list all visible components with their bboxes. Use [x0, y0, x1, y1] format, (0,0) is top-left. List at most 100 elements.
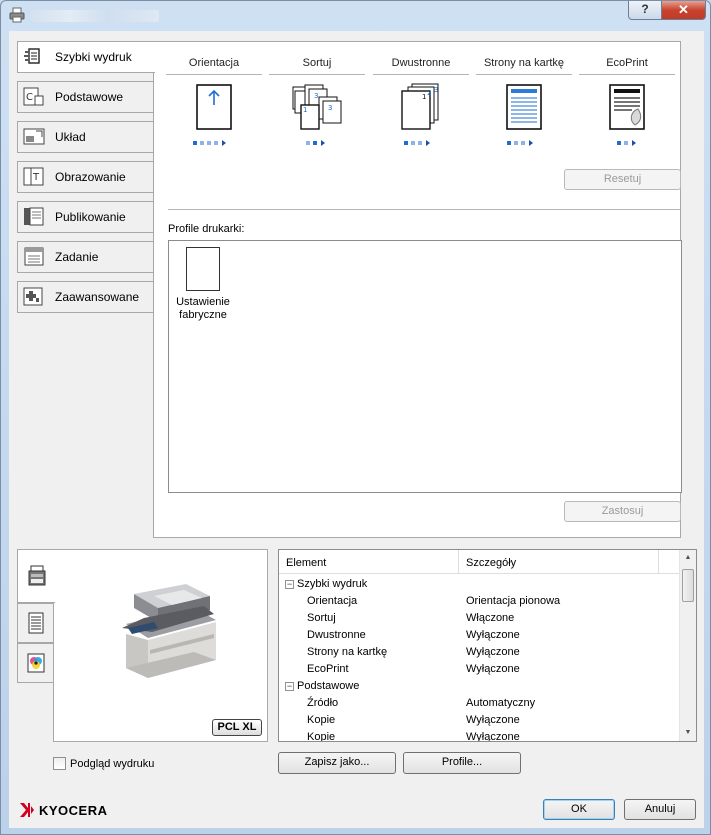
- summary-item-row[interactable]: EcoPrint Wyłączone: [279, 661, 679, 678]
- ecoprint-icon: [609, 84, 645, 130]
- quick-print-icon: [23, 47, 45, 67]
- row-details: Wyłączone: [466, 663, 520, 675]
- checkbox-label: Podgląd wydruku: [70, 757, 155, 770]
- print-preferences-window: ? ✕ Szybki wydruk C Podstawowe Układ T O…: [0, 0, 711, 835]
- tab-label: Szybki wydruk: [55, 50, 132, 64]
- color-icon: [27, 653, 44, 673]
- profile-label-line: fabryczne: [179, 309, 227, 321]
- printer-profiles-list[interactable]: Ustawienie fabryczne: [168, 240, 682, 493]
- printer-icon: [28, 565, 45, 586]
- ok-button[interactable]: OK: [543, 799, 615, 820]
- tab-zadanie[interactable]: Zadanie: [17, 241, 153, 273]
- printer-device-image: [122, 584, 216, 678]
- checkbox-box[interactable]: [53, 757, 66, 770]
- row-element: Sortuj: [307, 612, 336, 624]
- title-bar: ? ✕: [1, 1, 710, 31]
- option-value-indicator[interactable]: [292, 139, 342, 147]
- job-icon: [23, 247, 45, 267]
- tab-obrazowanie[interactable]: T Obrazowanie: [17, 161, 153, 193]
- svg-text:3: 3: [328, 104, 332, 112]
- close-button[interactable]: ✕: [661, 1, 706, 20]
- profiles-label: Profile drukarki:: [168, 223, 245, 235]
- row-details: Wyłączone: [466, 646, 520, 658]
- ecoprint-option[interactable]: EcoPrint: [577, 57, 677, 147]
- kyocera-logo: KYOCERA: [19, 802, 108, 818]
- summary-group-row[interactable]: − Szybki wydruk: [279, 576, 679, 593]
- summary-group-row[interactable]: − Podstawowe: [279, 678, 679, 695]
- scroll-down-arrow[interactable]: ▼: [680, 725, 696, 741]
- collate-icon: 3 3 1: [292, 84, 342, 130]
- row-element: Szybki wydruk: [297, 578, 368, 590]
- printer-icon: [9, 7, 25, 23]
- scroll-up-arrow[interactable]: ▲: [680, 550, 696, 566]
- tab-publikowanie[interactable]: Publikowanie: [17, 201, 153, 233]
- cancel-button[interactable]: Anuluj: [624, 799, 696, 820]
- summary-item-row[interactable]: Kopie Wyłączone: [279, 712, 679, 729]
- print-preview-checkbox[interactable]: Podgląd wydruku: [53, 757, 154, 770]
- save-as-button[interactable]: Zapisz jako...: [278, 752, 396, 774]
- orientation-option[interactable]: Orientacja: [164, 57, 264, 147]
- tab-label: Zaawansowane: [55, 290, 140, 304]
- svg-text:C: C: [26, 92, 33, 103]
- tab-color-preview[interactable]: [17, 643, 53, 683]
- page-icon: [186, 247, 220, 291]
- tab-label: Publikowanie: [55, 210, 126, 224]
- tab-uklad[interactable]: Układ: [17, 121, 153, 153]
- tab-printer-preview[interactable]: [17, 549, 55, 603]
- summary-item-row[interactable]: Sortuj Włączone: [279, 610, 679, 627]
- reset-button[interactable]: Resetuj: [564, 169, 681, 190]
- scroll-thumb[interactable]: [682, 569, 694, 602]
- row-element: Kopie: [307, 714, 336, 726]
- duplex-option[interactable]: Dwustronne 3 2 1: [371, 57, 471, 147]
- row-details: Włączone: [466, 612, 515, 624]
- option-label: Sortuj: [302, 57, 332, 69]
- divider: [168, 209, 680, 210]
- profile-button[interactable]: Profile...: [403, 752, 521, 774]
- orientation-icon: [196, 84, 232, 130]
- svg-text:3: 3: [314, 92, 318, 100]
- tab-szybki-wydruk[interactable]: Szybki wydruk: [17, 41, 155, 73]
- vertical-scrollbar[interactable]: ▲ ▼: [679, 550, 696, 741]
- tab-label: Zadanie: [55, 250, 99, 264]
- row-details: Wyłączone: [466, 714, 520, 726]
- option-value-indicator[interactable]: [396, 139, 446, 147]
- option-value-indicator[interactable]: [602, 139, 652, 147]
- option-value-indicator[interactable]: [189, 139, 239, 147]
- apply-button[interactable]: Zastosuj: [564, 501, 681, 522]
- column-header-details[interactable]: Szczegóły: [459, 550, 659, 574]
- tab-page-preview[interactable]: [17, 603, 53, 643]
- summary-item-row[interactable]: Kopie Wyłączone: [279, 729, 679, 742]
- advanced-icon: [23, 287, 45, 307]
- option-value-indicator[interactable]: [499, 139, 549, 147]
- pages-per-sheet-option[interactable]: Strony na kartkę: [474, 57, 574, 147]
- row-element: Orientacja: [307, 595, 358, 607]
- brand-name: KYOCERA: [39, 802, 108, 818]
- summary-item-row[interactable]: Orientacja Orientacja pionowa: [279, 593, 679, 610]
- option-label: Dwustronne: [391, 57, 451, 69]
- summary-item-row[interactable]: Źródło Automatyczny: [279, 695, 679, 712]
- divider: [166, 74, 262, 75]
- collate-option[interactable]: Sortuj 3 3 1: [267, 57, 367, 147]
- publishing-icon: [23, 207, 45, 227]
- divider: [579, 74, 675, 75]
- tab-zaawansowane[interactable]: Zaawansowane: [17, 281, 153, 313]
- summary-item-row[interactable]: Dwustronne Wyłączone: [279, 627, 679, 644]
- summary-item-row[interactable]: Strony na kartkę Wyłączone: [279, 644, 679, 661]
- pages-per-sheet-icon: [506, 84, 542, 130]
- row-element: Źródło: [307, 697, 339, 709]
- tab-podstawowe[interactable]: C Podstawowe: [17, 81, 153, 113]
- row-element: EcoPrint: [307, 663, 349, 675]
- row-element: Kopie: [307, 731, 336, 742]
- row-details: Wyłączone: [466, 629, 520, 641]
- tab-label: Obrazowanie: [55, 170, 126, 184]
- column-header-element[interactable]: Element: [279, 550, 459, 574]
- pdl-badge: PCL XL: [212, 719, 262, 736]
- row-details: Orientacja pionowa: [466, 595, 561, 607]
- profile-factory-default[interactable]: Ustawienie fabryczne: [173, 247, 233, 322]
- page-icon: [28, 612, 43, 634]
- collapse-toggle[interactable]: −: [285, 682, 294, 691]
- divider: [373, 74, 469, 75]
- collapse-toggle[interactable]: −: [285, 580, 294, 589]
- help-button[interactable]: ?: [628, 1, 662, 20]
- settings-summary-list: Element Szczegóły − Szybki wydruk Orientac…: [278, 549, 697, 742]
